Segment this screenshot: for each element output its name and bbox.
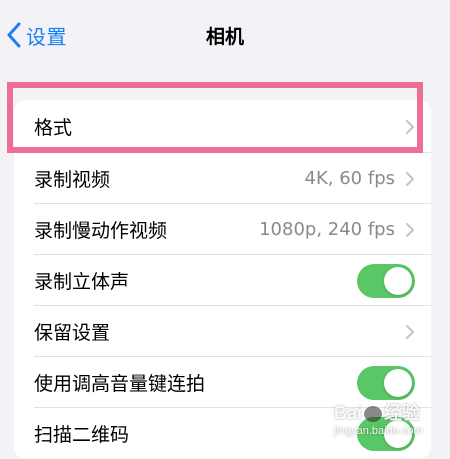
row-record-stereo-label: 录制立体声: [34, 271, 130, 293]
row-scan-qr: 扫描二维码: [14, 408, 431, 459]
record-stereo-toggle[interactable]: [357, 263, 415, 298]
toggle-knob: [384, 419, 412, 448]
row-preserve-settings-label: 保留设置: [34, 322, 111, 344]
toggle-knob: [384, 368, 412, 397]
chevron-right-icon: [405, 171, 415, 187]
row-record-video-value: 4K, 60 fps: [304, 168, 395, 189]
row-volume-burst-label: 使用调高音量键连拍: [34, 373, 206, 395]
row-scan-qr-label: 扫描二维码: [34, 424, 130, 446]
toggle-knob: [384, 266, 412, 295]
scan-qr-toggle[interactable]: [357, 416, 415, 451]
chevron-right-icon: [405, 119, 415, 135]
row-record-slomo-label: 录制慢动作视频: [34, 220, 168, 242]
row-record-video[interactable]: 录制视频 4K, 60 fps: [14, 153, 431, 204]
page-title: 相机: [205, 26, 244, 48]
chevron-right-icon: [405, 222, 415, 238]
settings-group: 格式 录制视频 4K, 60 fps 录制慢动作视频 1080p, 240 fp…: [14, 100, 431, 459]
row-record-video-label: 录制视频: [34, 169, 111, 191]
chevron-right-icon: [405, 324, 415, 340]
row-record-slomo-value: 1080p, 240 fps: [259, 219, 395, 240]
row-record-stereo: 录制立体声: [14, 255, 431, 306]
row-format-label: 格式: [34, 117, 73, 139]
row-record-slomo[interactable]: 录制慢动作视频 1080p, 240 fps: [14, 204, 431, 255]
navigation-bar: 设置 相机: [0, 0, 450, 72]
row-preserve-settings[interactable]: 保留设置: [14, 306, 431, 357]
row-format[interactable]: 格式: [14, 100, 431, 153]
row-volume-burst: 使用调高音量键连拍: [14, 357, 431, 408]
volume-burst-toggle[interactable]: [357, 365, 415, 400]
